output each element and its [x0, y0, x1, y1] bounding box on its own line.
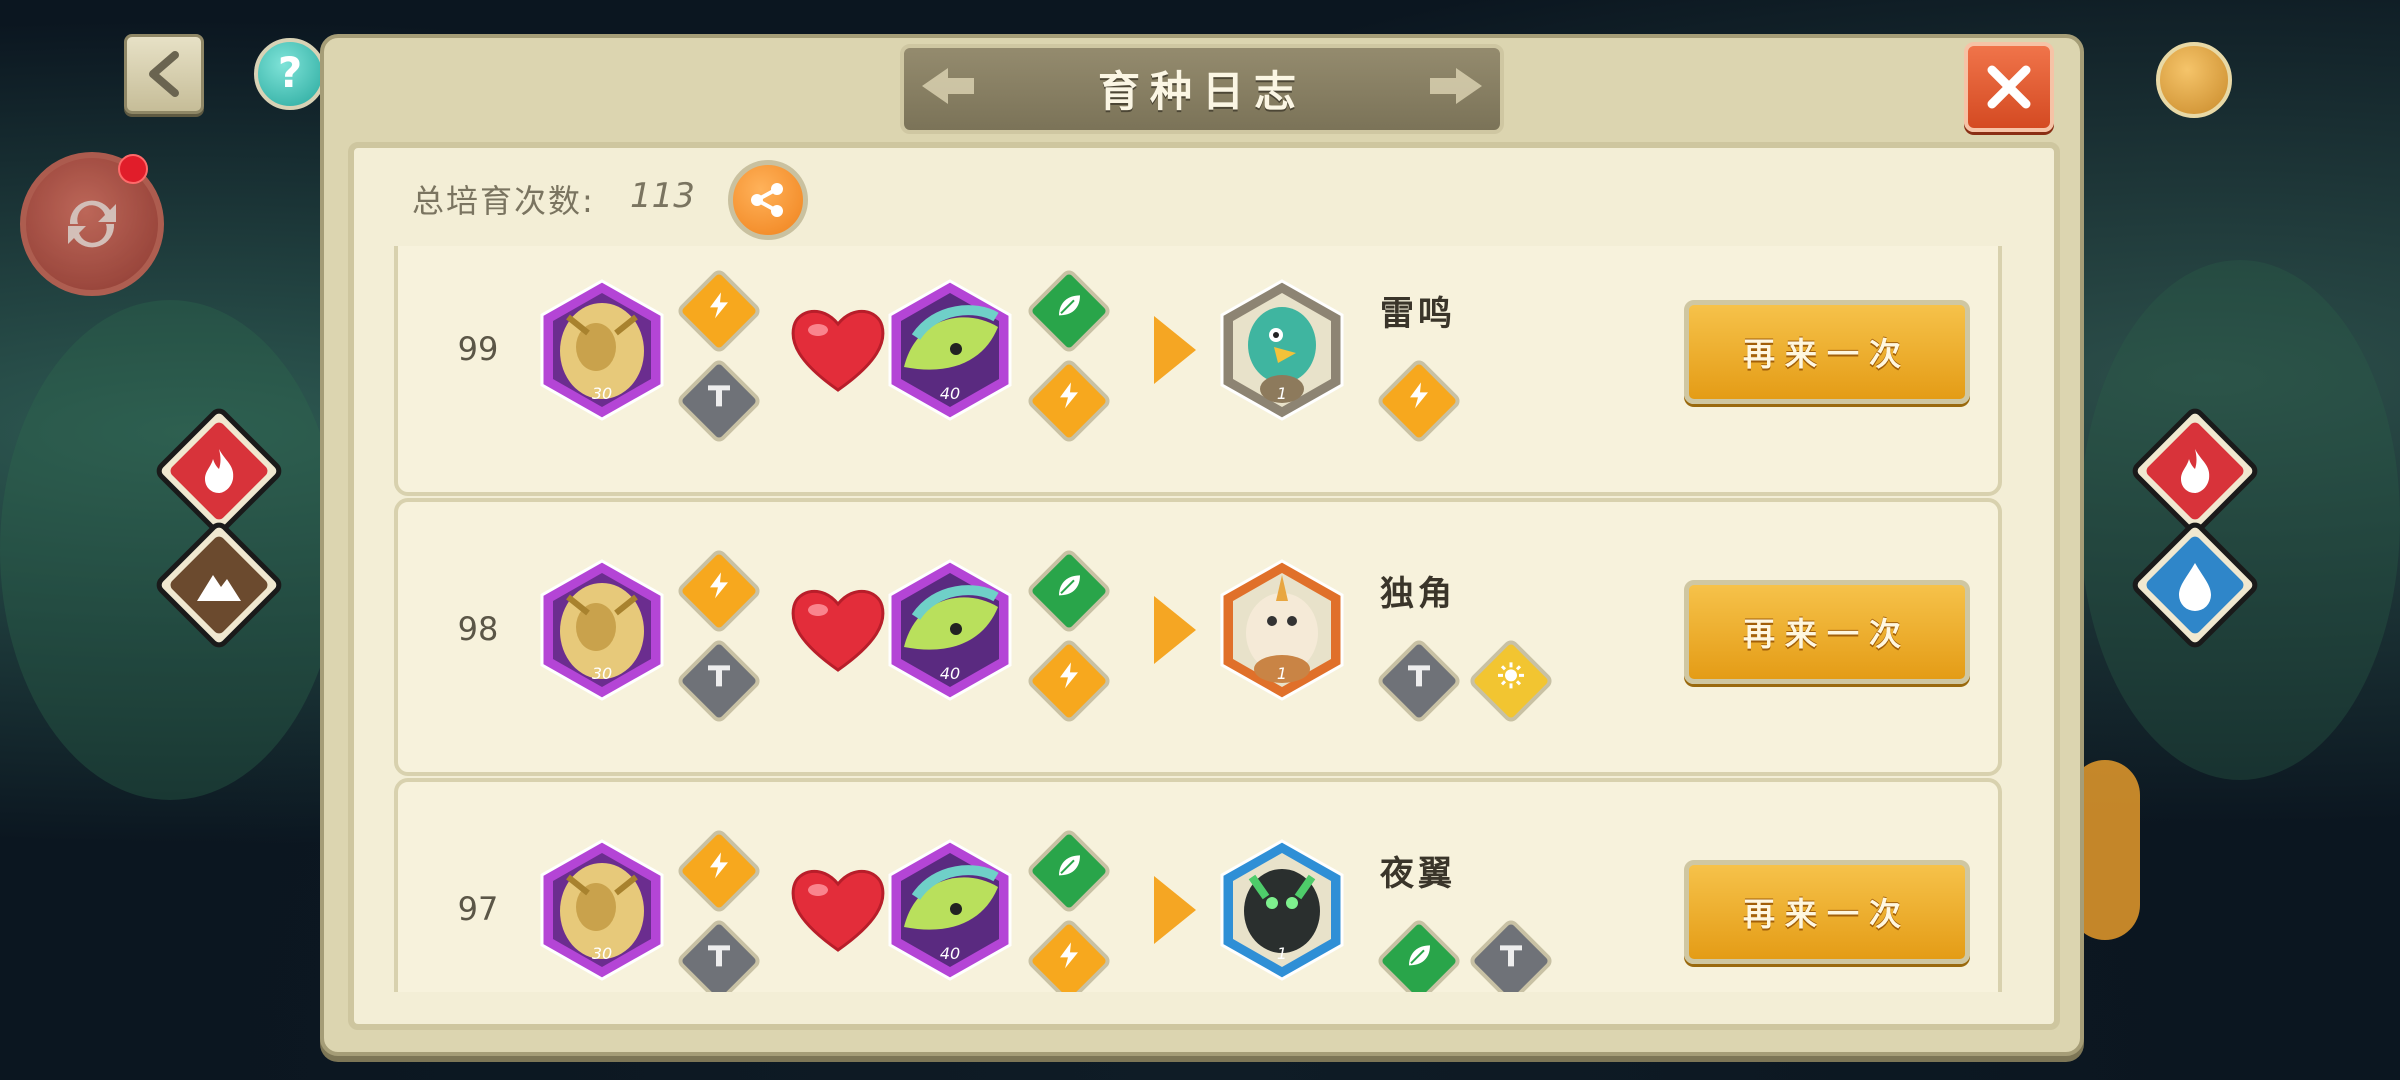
lightning-icon	[1060, 942, 1078, 969]
parent-2-trait-electric-icon	[1025, 637, 1113, 725]
help-button[interactable]: ?	[254, 38, 326, 110]
result-arrow-icon	[1154, 316, 1196, 384]
share-icon	[751, 183, 783, 217]
leaf-icon	[1059, 855, 1080, 876]
bolt-metal-icon	[708, 945, 730, 967]
parent-2-portrait[interactable]: 40	[886, 277, 1014, 423]
swap-icon	[68, 200, 116, 248]
background-foliage	[2080, 260, 2400, 780]
total-breed-count-value: 113	[630, 176, 695, 216]
parent-2-portrait[interactable]: 40	[886, 557, 1014, 703]
child-portrait[interactable]: 1	[1218, 557, 1346, 703]
lightning-icon	[710, 572, 728, 599]
leaf-icon	[1409, 945, 1430, 966]
mountain-icon	[197, 575, 241, 601]
background-foliage	[0, 300, 340, 800]
back-button[interactable]	[124, 34, 204, 114]
total-breed-count-label: 总培育次数:	[412, 182, 595, 220]
bolt-metal-icon	[1408, 665, 1430, 687]
close-button[interactable]	[1964, 42, 2054, 132]
child-level: 1	[1276, 944, 1288, 963]
child-trait-electric-icon	[1375, 357, 1463, 445]
result-arrow-icon	[1154, 876, 1196, 944]
sun-icon	[1498, 662, 1524, 689]
child-trait-light-icon	[1467, 637, 1555, 725]
chevron-left-icon	[149, 51, 179, 97]
parent-1-portrait[interactable]: 30	[538, 277, 666, 423]
breed-again-label: 再来一次	[1742, 895, 1911, 933]
record-number: 98	[457, 610, 499, 648]
child-name: 独角	[1380, 574, 1456, 614]
heart-icon	[791, 589, 885, 672]
parent-1-level: 30	[591, 384, 613, 403]
lightning-icon	[1060, 382, 1078, 409]
fire-icon	[205, 449, 234, 493]
parent-1-trait-metal-icon	[675, 357, 763, 445]
parent-2-portrait[interactable]: 40	[886, 837, 1014, 983]
lightning-icon	[1410, 382, 1428, 409]
record-number: 99	[457, 330, 499, 368]
parent-2-level: 40	[939, 384, 961, 403]
parent-2-trait-grass-icon	[1025, 547, 1113, 635]
breeding-record-list[interactable]: 99 30 40 1 雷鸣 再来一次 98 30 40 1 独角 再来一次 97 30	[372, 246, 2022, 992]
breed-again-label: 再来一次	[1742, 335, 1911, 373]
child-portrait[interactable]: 1	[1218, 277, 1346, 423]
child-portrait[interactable]: 1	[1218, 837, 1346, 983]
parent-1-portrait[interactable]: 30	[538, 837, 666, 983]
heart-icon	[791, 309, 885, 392]
hand-menu-button[interactable]	[2156, 42, 2232, 118]
parent-1-trait-electric-icon	[675, 827, 763, 915]
parent-1-trait-metal-icon	[675, 917, 763, 992]
lightning-icon	[1060, 662, 1078, 689]
child-trait-metal-icon	[1375, 637, 1463, 725]
parent-2-trait-electric-icon	[1025, 357, 1113, 445]
record-number: 97	[457, 890, 499, 928]
parent-1-level: 30	[591, 944, 613, 963]
child-trait-metal-icon	[1467, 917, 1555, 992]
breed-again-label: 再来一次	[1742, 615, 1911, 653]
lightning-icon	[710, 292, 728, 319]
child-level: 1	[1276, 664, 1288, 683]
parent-2-trait-electric-icon	[1025, 917, 1113, 992]
panel-title-plate: 育种日志	[900, 44, 1504, 134]
parent-1-level: 30	[591, 664, 613, 683]
water-drop-icon	[2179, 563, 2211, 611]
share-button[interactable]	[728, 160, 808, 240]
breeding-record-row: 98 30 40 1 独角再来一次	[394, 498, 2002, 776]
parent-2-trait-grass-icon	[1025, 827, 1113, 915]
notification-dot	[118, 154, 148, 184]
parent-1-portrait[interactable]: 30	[538, 557, 666, 703]
parent-2-trait-grass-icon	[1025, 267, 1113, 355]
parent-2-level: 40	[939, 944, 961, 963]
breeding-record-row: 97 30 40 1 夜翼再来一次	[394, 778, 2002, 992]
child-name: 雷鸣	[1380, 294, 1456, 334]
heart-icon	[791, 869, 885, 952]
child-trait-grass-icon	[1375, 917, 1463, 992]
child-level: 1	[1276, 384, 1288, 403]
parent-2-level: 40	[939, 664, 961, 683]
parent-1-trait-electric-icon	[675, 267, 763, 355]
breeding-record-row: 99 30 40 1 雷鸣再来一次	[394, 246, 2002, 496]
lightning-icon	[710, 852, 728, 879]
bolt-metal-icon	[1500, 945, 1522, 967]
breed-again-button[interactable]: 再来一次	[1684, 300, 1970, 404]
bolt-metal-icon	[708, 385, 730, 407]
fire-icon	[2181, 449, 2210, 493]
breed-again-button[interactable]: 再来一次	[1684, 580, 1970, 684]
parent-1-trait-metal-icon	[675, 637, 763, 725]
close-icon	[1987, 65, 2031, 109]
page-title: 育种日志	[1097, 67, 1306, 116]
breed-again-button[interactable]: 再来一次	[1684, 860, 1970, 964]
leaf-icon	[1059, 295, 1080, 316]
leaf-icon	[1059, 575, 1080, 596]
bolt-metal-icon	[708, 665, 730, 687]
child-name: 夜翼	[1380, 854, 1456, 894]
parent-1-trait-electric-icon	[675, 547, 763, 635]
result-arrow-icon	[1154, 596, 1196, 664]
